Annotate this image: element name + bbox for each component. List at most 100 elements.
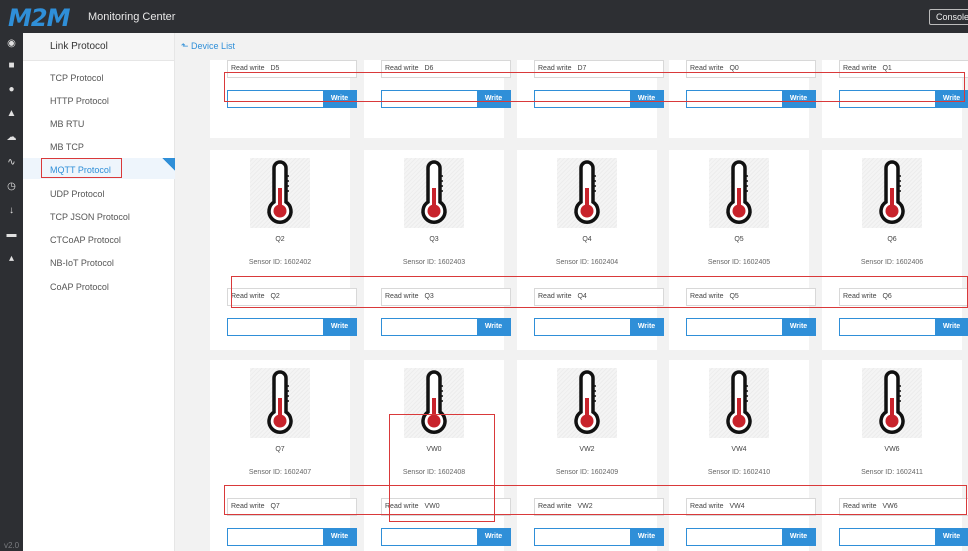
device-card: Q5 Sensor ID: 1602405 Read write Q5 Write [669, 150, 816, 350]
clock-icon[interactable]: ◷ [0, 181, 23, 192]
write-button[interactable]: Write [782, 529, 815, 545]
read-write-field[interactable]: Read write VW0 [381, 498, 511, 516]
device-card: Q6 Sensor ID: 1602406 Read write Q6 Write [822, 150, 968, 350]
cloud-icon[interactable]: ☁ [0, 132, 23, 143]
sidebar-item-mb-tcp[interactable]: MB TCP [50, 142, 84, 152]
read-write-field[interactable]: Read write D6 [381, 60, 511, 78]
version-label: v2.0 [4, 541, 20, 550]
sidebar-item-nb-iot-protocol[interactable]: NB-IoT Protocol [50, 258, 114, 268]
device-card: VW4 Sensor ID: 1602410 Read write VW4 Write [669, 360, 816, 551]
write-button[interactable]: Write [477, 91, 510, 107]
read-write-field[interactable]: Read write D7 [534, 60, 664, 78]
read-write-label: Read write [538, 65, 572, 72]
read-write-value: VW4 [729, 503, 745, 510]
sidebar-item-mqtt-protocol[interactable]: MQTT Protocol [50, 165, 111, 175]
download-icon[interactable]: ↓ [0, 205, 23, 216]
write-input[interactable]: Write [534, 528, 664, 546]
write-button[interactable]: Write [323, 91, 356, 107]
read-write-label: Read write [385, 503, 419, 510]
write-input[interactable]: Write [381, 90, 511, 108]
write-input[interactable]: Write [534, 90, 664, 108]
device-card: Q2 Sensor ID: 1602402 Read write Q2 Write [210, 150, 357, 350]
device-grid: Read write D5 Write Read write D6 Write Read w… [175, 60, 968, 551]
write-input[interactable]: Write [381, 318, 511, 336]
device-card: Read write Q0 Write [669, 60, 816, 138]
read-write-field[interactable]: Read write VW6 [839, 498, 968, 516]
write-button[interactable]: Write [935, 529, 968, 545]
write-input[interactable]: Write [534, 318, 664, 336]
monitor-icon[interactable]: ■ [0, 60, 23, 71]
card-icon[interactable]: ▬ [0, 229, 23, 240]
write-input[interactable]: Write [227, 318, 357, 336]
user-icon[interactable]: ▴ [0, 253, 23, 264]
write-button[interactable]: Write [630, 91, 663, 107]
read-write-field[interactable]: Read write VW2 [534, 498, 664, 516]
write-input[interactable]: Write [381, 528, 511, 546]
write-button[interactable]: Write [477, 319, 510, 335]
write-input[interactable]: Write [839, 90, 968, 108]
write-input[interactable]: Write [839, 318, 968, 336]
write-input[interactable]: Write [227, 528, 357, 546]
write-input[interactable]: Write [686, 528, 816, 546]
read-write-field[interactable]: Read write Q6 [839, 288, 968, 306]
write-button[interactable]: Write [477, 529, 510, 545]
read-write-field[interactable]: Read write Q0 [686, 60, 816, 78]
read-write-field[interactable]: Read write Q5 [686, 288, 816, 306]
bell-icon[interactable]: ▲ [0, 108, 23, 119]
device-name: Q6 [887, 236, 897, 243]
read-write-field[interactable]: Read write Q1 [839, 60, 968, 78]
chart-icon[interactable]: ∿ [0, 157, 23, 168]
read-write-label: Read write [231, 293, 265, 300]
thermometer-icon [421, 370, 447, 434]
write-button[interactable]: Write [935, 91, 968, 107]
target-icon[interactable]: ◉ [0, 38, 23, 49]
read-write-field[interactable]: Read write Q4 [534, 288, 664, 306]
write-input[interactable]: Write [686, 318, 816, 336]
sensor-id: Sensor ID: 1602409 [555, 469, 619, 476]
sidebar-item-mb-rtu[interactable]: MB RTU [50, 119, 84, 129]
device-card: Q7 Sensor ID: 1602407 Read write Q7 Write [210, 360, 357, 551]
device-name: Q4 [582, 236, 592, 243]
write-input[interactable]: Write [686, 90, 816, 108]
read-write-value: Q5 [729, 293, 739, 300]
thermometer-icon [421, 160, 447, 224]
write-button[interactable]: Write [782, 91, 815, 107]
thermometer-icon [726, 370, 752, 434]
sidebar-item-ctcoap-protocol[interactable]: CTCoAP Protocol [50, 235, 121, 245]
thermometer-icon [267, 160, 293, 224]
read-write-field[interactable]: Read write Q3 [381, 288, 511, 306]
sidebar-item-tcp-json-protocol[interactable]: TCP JSON Protocol [50, 212, 130, 222]
thermometer-icon [879, 370, 905, 434]
device-name: Q2 [275, 236, 285, 243]
read-write-field[interactable]: Read write Q7 [227, 498, 357, 516]
sidebar-item-http-protocol[interactable]: HTTP Protocol [50, 96, 109, 106]
device-image [709, 158, 769, 228]
sidebar-item-tcp-protocol[interactable]: TCP Protocol [50, 73, 103, 83]
device-name: Q3 [429, 236, 439, 243]
device-card: Q3 Sensor ID: 1602403 Read write Q3 Write [364, 150, 511, 350]
write-button[interactable]: Write [323, 529, 356, 545]
read-write-label: Read write [843, 65, 877, 72]
location-icon[interactable]: ● [0, 84, 23, 95]
write-input[interactable]: Write [839, 528, 968, 546]
write-button[interactable]: Write [782, 319, 815, 335]
write-button[interactable]: Write [323, 319, 356, 335]
thermometer-icon [574, 370, 600, 434]
console-button[interactable]: Console [929, 9, 968, 25]
device-name: VW4 [731, 446, 747, 453]
sidebar-item-coap-protocol[interactable]: CoAP Protocol [50, 282, 109, 292]
write-input[interactable]: Write [227, 90, 357, 108]
read-write-value: VW6 [882, 503, 898, 510]
read-write-field[interactable]: Read write D5 [227, 60, 357, 78]
read-write-label: Read write [231, 503, 265, 510]
write-button[interactable]: Write [630, 529, 663, 545]
read-write-field[interactable]: Read write Q2 [227, 288, 357, 306]
breadcrumb[interactable]: ⬑ Device List [181, 41, 235, 52]
read-write-field[interactable]: Read write VW4 [686, 498, 816, 516]
device-name: Q5 [734, 236, 744, 243]
sensor-id: Sensor ID: 1602403 [402, 259, 466, 266]
read-write-label: Read write [385, 65, 419, 72]
write-button[interactable]: Write [630, 319, 663, 335]
sidebar-item-udp-protocol[interactable]: UDP Protocol [50, 189, 104, 199]
write-button[interactable]: Write [935, 319, 968, 335]
